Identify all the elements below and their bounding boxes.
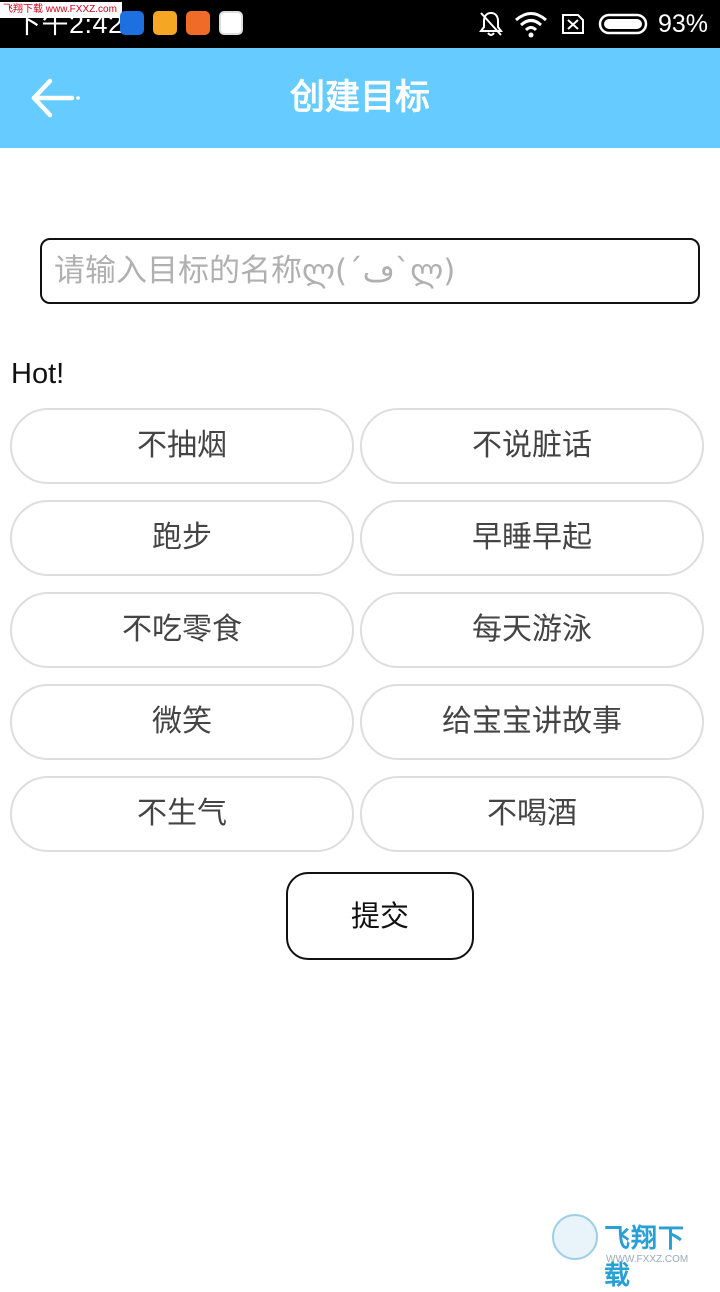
tag-button[interactable]: 不喝酒	[360, 776, 704, 852]
shield-notification-icon	[120, 11, 144, 35]
battery-icon	[598, 13, 648, 35]
browser-notification-icon	[153, 11, 177, 35]
page-title: 创建目标	[289, 78, 430, 118]
tag-button[interactable]: 给宝宝讲故事	[360, 684, 704, 760]
goal-name-input[interactable]	[40, 238, 700, 304]
watermark-url: WWW.FXXZ.COM	[606, 1254, 689, 1265]
tag-button[interactable]: 不生气	[10, 776, 354, 852]
tag-button[interactable]: 早睡早起	[360, 500, 704, 576]
tag-button[interactable]: 不说脏话	[360, 408, 704, 484]
hot-label: Hot!	[11, 358, 65, 390]
bell-muted-icon	[479, 11, 503, 36]
watermark-top: 飞翔下载 www.FXXZ.com	[0, 2, 122, 18]
tag-button[interactable]: 微笑	[10, 684, 354, 760]
tag-button[interactable]: 不吃零食	[10, 592, 354, 668]
app-bar: 创建目标	[0, 48, 720, 148]
status-bar: 下午2:42 飞翔下载 www.FXXZ.com 93%	[0, 0, 720, 48]
no-sim-icon	[562, 14, 584, 34]
headphones-notification-icon	[186, 11, 210, 35]
tag-button[interactable]: 不抽烟	[10, 408, 354, 484]
submit-button[interactable]: 提交	[286, 872, 474, 960]
tag-button[interactable]: 跑步	[10, 500, 354, 576]
wifi-icon	[515, 12, 547, 38]
tag-button[interactable]: 每天游泳	[360, 592, 704, 668]
watermark-logo-icon	[552, 1214, 598, 1260]
battery-percentage: 93%	[657, 10, 708, 38]
app-notification-icon	[219, 11, 243, 35]
watermark-bottom: 飞翔下载 WWW.FXXZ.COM	[552, 1214, 708, 1291]
